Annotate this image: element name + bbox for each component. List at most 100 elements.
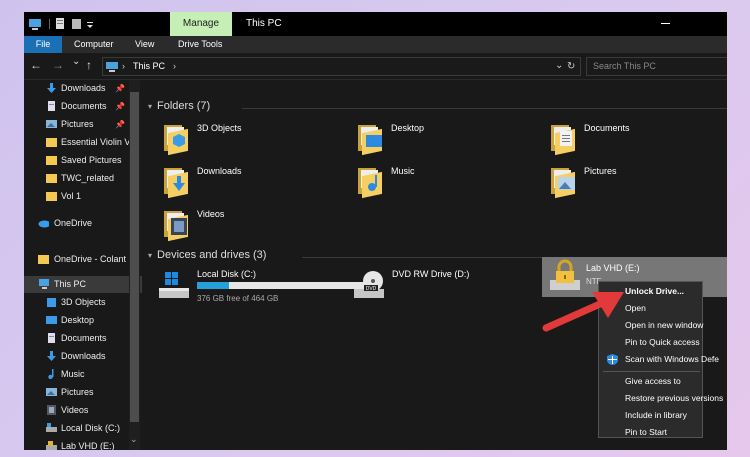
sidebar-item-music[interactable]: Music [24,366,142,383]
breadcrumb-chevron[interactable]: › [173,58,176,75]
tab-file[interactable]: File [24,36,62,53]
sidebar-item-saved-pictures[interactable]: Saved Pictures [24,152,142,169]
ribbon: File Computer View Drive Tools [24,36,727,53]
folder-music[interactable]: Music [356,166,536,202]
folder-icon [162,123,190,156]
sidebar-item-label: Downloads [61,83,106,93]
sidebar-item-label: Saved Pictures [61,155,122,165]
window-title: This PC [246,18,282,29]
search-input[interactable]: Search This PC [593,58,656,75]
sidebar-item-local-disk[interactable]: Local Disk (C:) [24,420,142,437]
folder-icon [356,123,384,156]
desktop-icon [46,316,57,324]
menu-item-include-library[interactable]: Include in library [599,407,704,424]
folder-videos[interactable]: Videos [162,209,342,245]
document-icon [48,101,55,111]
sidebar-item-vol-1[interactable]: Vol 1 [24,188,142,205]
sidebar-item-label: Documents [61,333,107,343]
manage-tab[interactable]: Manage [170,12,232,36]
sidebar-item-lab-vhd[interactable]: Lab VHD (E:) [24,438,142,450]
sidebar-item-pictures-quick[interactable]: Pictures 📌 [24,116,142,133]
pin-icon: 📌 [115,102,125,111]
menu-item-label: Scan with Windows Defe [625,354,720,364]
sidebar-item-label: Videos [61,405,89,415]
sidebar-item-documents-quick[interactable]: Documents 📌 [24,98,142,115]
folder-icon [46,156,57,165]
folder-icon [38,255,49,264]
pin-icon: 📌 [115,120,125,129]
sidebar-scroll-thumb[interactable] [130,92,139,422]
breadcrumb-this-pc[interactable]: This PC [133,58,165,75]
folder-desktop[interactable]: Desktop [356,123,536,159]
forward-button[interactable]: → [52,58,64,72]
menu-item-pin-start[interactable]: Pin to Start [599,424,704,441]
sidebar-item-label: Desktop [61,315,95,325]
folders-divider [242,108,727,109]
pictures-icon [46,120,57,128]
film-icon [47,405,56,415]
sidebar-item-desktop[interactable]: Desktop [24,312,142,329]
tab-computer[interactable]: Computer [74,36,114,53]
refresh-button[interactable]: ↻ [567,58,575,75]
properties-icon[interactable] [54,16,66,32]
menu-item-pin-quick-access[interactable]: Pin to Quick access [599,334,704,351]
tab-drive-tools[interactable]: Drive Tools [178,36,222,53]
sidebar-item-label: 3D Objects [61,297,106,307]
sidebar-item-3d-objects[interactable]: 3D Objects [24,294,142,311]
dvd-badge-text: DVD [366,286,377,292]
customize-toolbar-icon[interactable] [85,16,95,32]
chevron-down-icon: ▾ [148,102,153,111]
sidebar-item-onedrive-colant[interactable]: OneDrive - Colant [24,251,142,268]
download-arrow-icon [173,176,185,191]
drive-label: Local Disk (C:) [197,269,257,279]
folders-group-header[interactable]: ▾ Folders (7) [148,100,210,112]
sidebar-item-downloads[interactable]: Downloads 📌 [24,80,142,97]
drive-dvd-rw-d[interactable]: DVD DVD RW Drive (D:) [352,269,532,309]
separator-icon [49,19,50,29]
menu-item-label: Restore previous versions [625,393,724,403]
minimize-button[interactable] [661,23,670,24]
folder-3d-objects[interactable]: 3D Objects [162,123,342,159]
sidebar-item-downloads-pc[interactable]: Downloads [24,348,142,365]
folder-icon [46,138,57,147]
sidebar-item-pictures[interactable]: Pictures [24,384,142,401]
sidebar-item-onedrive[interactable]: OneDrive [24,215,142,232]
menu-item-label: Give access to [625,376,681,386]
sidebar-item-label: Lab VHD (E:) [61,441,115,450]
drive-local-disk-c[interactable]: Local Disk (C:) 376 GB free of 464 GB [157,269,367,309]
address-bar[interactable]: › This PC › ⌄ ↻ [102,57,581,76]
sidebar-item-documents[interactable]: Documents [24,330,142,347]
folder-downloads[interactable]: Downloads [162,166,342,202]
menu-item-give-access[interactable]: Give access to [599,373,704,390]
pin-icon: 📌 [115,84,125,93]
folder-icon [46,174,57,183]
up-button[interactable]: ↑ [86,58,92,72]
defender-shield-icon [607,354,618,365]
folder-label: Desktop [391,123,425,133]
menu-item-restore-versions[interactable]: Restore previous versions [599,390,723,407]
folder-label: Pictures [584,166,617,176]
chevron-down-icon: ▾ [148,251,153,260]
scroll-down-button[interactable]: ⌄ [130,434,138,445]
new-folder-icon[interactable] [70,16,82,32]
search-box[interactable]: Search This PC [586,57,727,76]
cube-icon [173,134,185,147]
back-button[interactable]: ← [30,58,42,72]
sidebar-item-videos[interactable]: Videos [24,402,142,419]
folder-documents[interactable]: Documents [549,123,727,159]
sidebar-item-twc-related[interactable]: TWC_related [24,170,142,187]
folder-label: Music [391,166,415,176]
recent-locations-button[interactable]: ⌄ [72,56,80,67]
tab-view[interactable]: View [135,36,154,53]
disk-usage-fill [197,282,229,289]
breadcrumb-separator[interactable]: › [122,58,125,75]
folder-icon [162,209,190,242]
address-dropdown-button[interactable]: ⌄ [555,57,563,74]
sidebar-item-essential-violin[interactable]: Essential Violin V [24,134,142,151]
sidebar-item-this-pc[interactable]: This PC [24,276,142,293]
devices-group-header[interactable]: ▾ Devices and drives (3) [148,249,266,261]
menu-item-scan-defender[interactable]: Scan with Windows Defe [599,351,719,368]
sidebar-item-label: Documents [61,101,107,111]
folder-pictures[interactable]: Pictures [549,166,727,202]
pictures-icon [46,388,57,396]
